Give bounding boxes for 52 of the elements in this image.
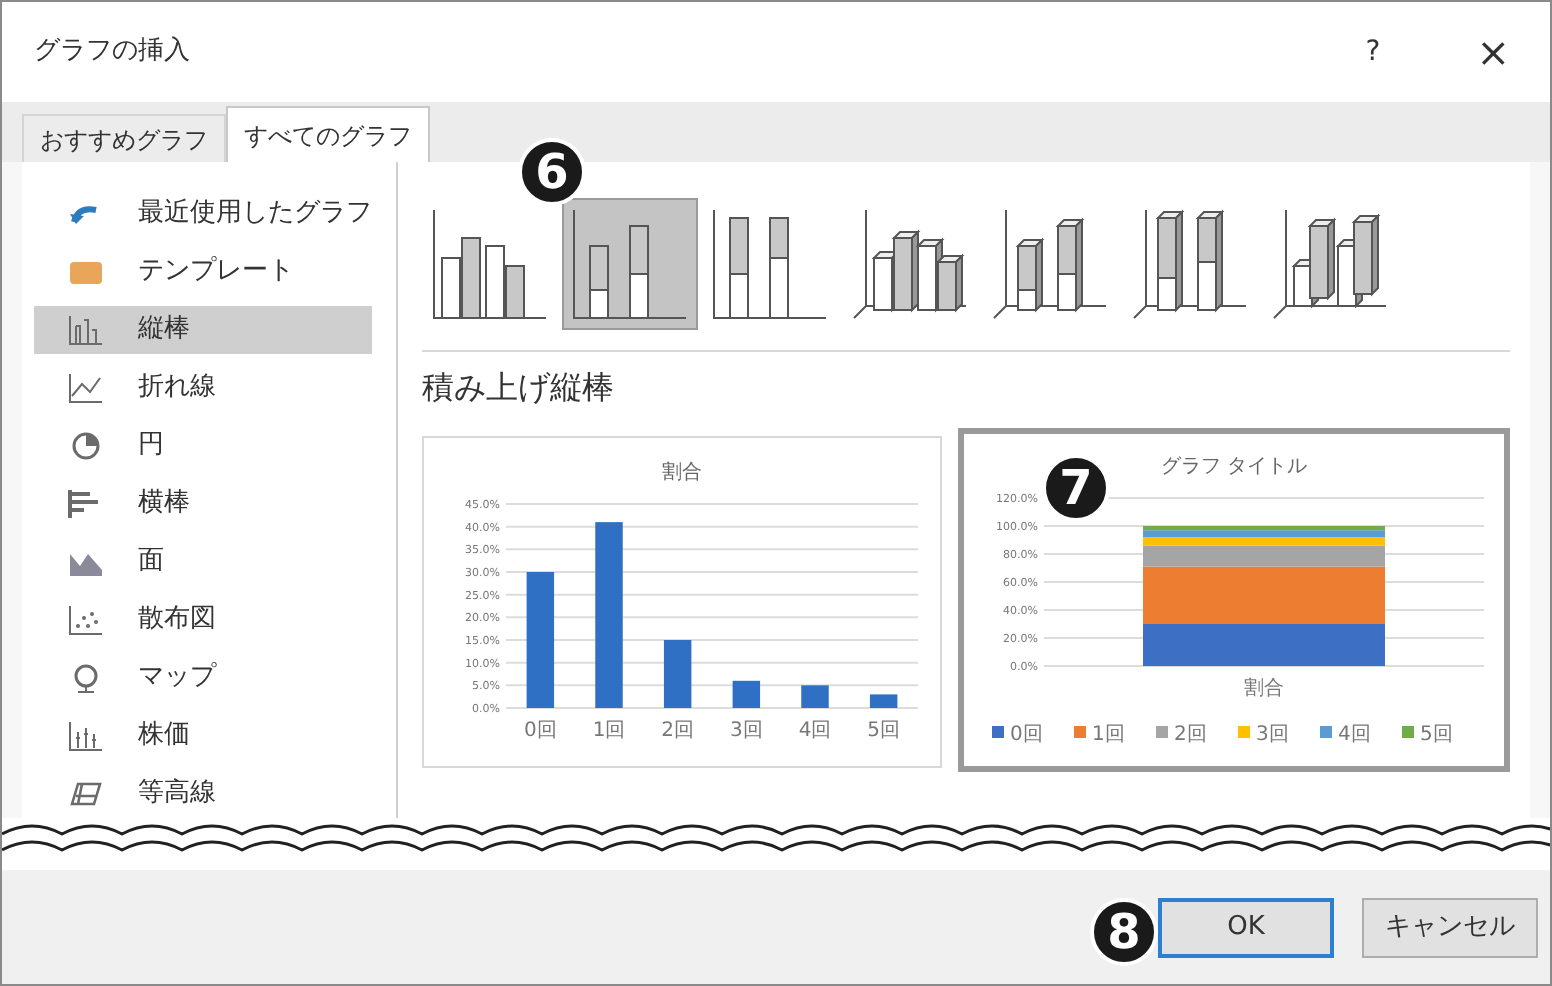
- column-chart-icon: [66, 314, 106, 346]
- category-label: 0回: [523, 720, 557, 742]
- chart-bar: [869, 694, 898, 708]
- chart-type-item[interactable]: 株価: [34, 712, 372, 760]
- scatter-chart-icon: [66, 604, 106, 636]
- legend-label: 2回: [1174, 724, 1207, 746]
- legend-label: 4回: [1338, 724, 1371, 746]
- legend-swatch: [1074, 726, 1086, 738]
- chart-type-item[interactable]: 面: [34, 538, 372, 586]
- line-chart-icon: [66, 372, 106, 404]
- legend-swatch: [992, 726, 1004, 738]
- surface-chart-icon: [66, 778, 106, 810]
- legend-swatch: [1320, 726, 1332, 738]
- chart-type-item[interactable]: マップ: [34, 654, 372, 702]
- category-label: 5回: [867, 720, 901, 742]
- folder-icon: [66, 256, 106, 288]
- chart-title: 割合: [662, 462, 702, 484]
- window-title: グラフの挿入: [34, 34, 190, 71]
- ok-button[interactable]: OK: [1158, 897, 1334, 957]
- category-label: 割合: [1244, 678, 1284, 700]
- category-label: 1回: [592, 720, 626, 742]
- chart-type-item[interactable]: 等高線: [34, 770, 372, 818]
- chart-type-item[interactable]: 散布図: [34, 596, 372, 644]
- chart-type-item[interactable]: 円: [34, 422, 372, 470]
- legend-label: 1回: [1092, 724, 1125, 746]
- chart-title: グラフ タイトル: [1160, 456, 1308, 478]
- category-label: 4回: [798, 720, 832, 742]
- legend-label: 5回: [1420, 724, 1453, 746]
- subtype-heading: 積み上げ縦棒: [422, 366, 616, 410]
- cancel-button[interactable]: キャンセル: [1362, 897, 1538, 957]
- category-label: 3回: [729, 720, 763, 742]
- legend-swatch: [1156, 726, 1168, 738]
- chart-type-item[interactable]: 横棒: [34, 480, 372, 528]
- chart-bar: [801, 685, 829, 708]
- legend-label: 0回: [1010, 724, 1043, 746]
- chart-type-item[interactable]: 折れ線: [34, 364, 372, 412]
- chart-bar: [732, 680, 761, 708]
- legend-swatch: [1402, 726, 1414, 738]
- help-button[interactable]: ?: [1357, 31, 1389, 73]
- category-label: 2回: [661, 720, 695, 742]
- chart-bar: [663, 640, 692, 708]
- chart-bar: [526, 572, 555, 708]
- subtype-button[interactable]: [562, 198, 698, 330]
- chart-type-item[interactable]: 最近使用したグラフ: [34, 190, 372, 238]
- chart-type-item[interactable]: テンプレート: [34, 248, 372, 296]
- stock-chart-icon: [66, 720, 106, 752]
- close-button[interactable]: ×: [1468, 22, 1518, 82]
- legend-swatch: [1238, 726, 1250, 738]
- chart-type-item[interactable]: 縦棒: [34, 306, 372, 354]
- tab[interactable]: すべてのグラフ: [226, 106, 430, 162]
- legend-label: 3回: [1256, 724, 1289, 746]
- tab[interactable]: おすすめグラフ: [22, 114, 226, 162]
